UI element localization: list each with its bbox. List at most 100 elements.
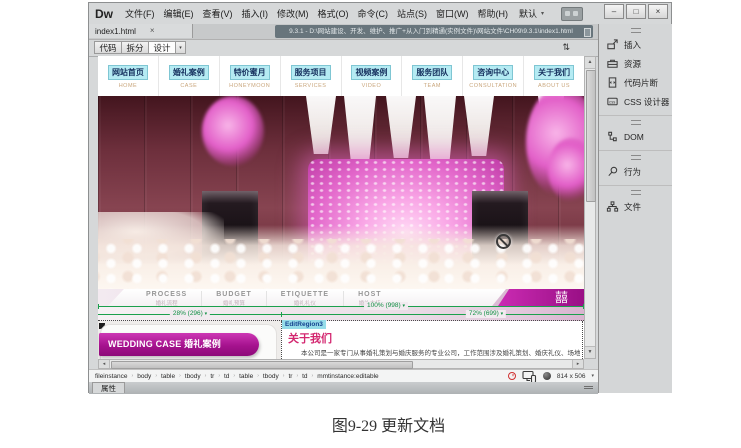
panel-item-assets[interactable]: 资源: [599, 54, 672, 73]
submenu-etiquette[interactable]: ETIQUETTE婚礼礼仪: [266, 291, 343, 307]
view-dropdown-icon[interactable]: ▾: [175, 41, 186, 54]
tag-selector-item[interactable]: tbody: [263, 373, 279, 380]
preview-globe-icon[interactable]: [543, 372, 551, 380]
nav-item-about[interactable]: 关于我们ABOUT US: [524, 56, 584, 96]
tag-selector-item[interactable]: body: [137, 373, 151, 380]
nav-item-case[interactable]: 婚礼案例CASE: [159, 56, 220, 96]
horizontal-scrollbar[interactable]: ◂ ▸: [98, 359, 584, 369]
split-view-button[interactable]: 拆分: [121, 41, 149, 54]
tag-selector-item[interactable]: tr: [210, 373, 214, 380]
tag-selector-item[interactable]: table: [239, 373, 253, 380]
about-heading[interactable]: 关于我们: [288, 330, 332, 346]
error-check-icon[interactable]: ×: [508, 372, 516, 380]
vertical-scroll-thumb[interactable]: [586, 70, 596, 202]
nav-item-video[interactable]: 视频案例VIDEO: [342, 56, 403, 96]
design-canvas[interactable]: 网站首页HOME 婚礼案例CASE 特价蜜月HONEYMOON 服务项目SERV…: [98, 56, 584, 359]
scroll-left-icon[interactable]: ◂: [99, 360, 110, 368]
tag-selector-item[interactable]: tbody: [185, 373, 201, 380]
device-preview-icon[interactable]: [522, 370, 537, 383]
nav-item-honeymoon[interactable]: 特价蜜月HONEYMOON: [220, 56, 281, 96]
app-logo: Dw: [95, 7, 113, 21]
column-width-bar-right: [281, 314, 584, 315]
menu-modify[interactable]: 修改(M): [277, 7, 309, 20]
panel-item-insert[interactable]: 插入: [599, 35, 672, 54]
panel-group-handle[interactable]: [631, 28, 641, 33]
titlebar-badge-icon[interactable]: [561, 7, 583, 21]
scroll-up-icon[interactable]: ▲: [585, 57, 595, 69]
snippets-icon: [606, 76, 619, 89]
window-size-dropdown-icon[interactable]: ▾: [591, 373, 594, 379]
content-row: WEDDING CASE 婚礼案例 EditRegion3 关于我们 本公司是一…: [98, 321, 584, 359]
document-tab-bar: index1.html × 9.3.1 - D:\网站建设、开发、维护、推广+从…: [89, 24, 671, 40]
column-width-label-right[interactable]: 72% (699) ▾: [466, 310, 506, 318]
editable-region[interactable]: EditRegion3 关于我们 本公司是一家专门从事婚礼策划与婚庆服务的专业公…: [281, 321, 583, 359]
menu-bar: Dw 文件(F) 编辑(E) 查看(V) 插入(I) 修改(M) 格式(O) 命…: [89, 3, 671, 25]
code-view-button[interactable]: 代码: [94, 41, 122, 54]
workspace-switcher[interactable]: 默认 ▾: [519, 7, 544, 20]
menu-view[interactable]: 查看(V): [203, 7, 233, 20]
wedding-banner-image[interactable]: [98, 96, 584, 289]
menu-insert[interactable]: 插入(I): [242, 7, 269, 20]
submenu-process[interactable]: PROCESS婚礼流程: [132, 291, 201, 307]
menu-format[interactable]: 格式(O): [318, 7, 349, 20]
tag-selector-item[interactable]: tr: [288, 373, 292, 380]
minimize-button[interactable]: –: [604, 4, 624, 19]
properties-tab[interactable]: 属性: [92, 382, 125, 393]
panel-item-behaviors[interactable]: 行为: [599, 162, 672, 181]
document-tab-label: index1.html: [95, 27, 136, 36]
document-path: 9.3.1 - D:\网站建设、开发、维护、推广+从入门到精通(实例文件)\网站…: [275, 25, 593, 38]
panel-group-handle[interactable]: [631, 120, 641, 125]
menu-help[interactable]: 帮助(H): [478, 7, 509, 20]
tag-selector-item[interactable]: fileinstance: [95, 373, 128, 380]
tag-selector-item[interactable]: td: [224, 373, 229, 380]
behaviors-icon: [606, 165, 619, 178]
column-width-label-left[interactable]: 28% (296) ▾: [170, 310, 210, 318]
left-cell[interactable]: WEDDING CASE 婚礼案例: [98, 321, 281, 359]
tag-selector-item[interactable]: table: [161, 373, 175, 380]
panel-menu-icon[interactable]: [584, 386, 593, 387]
horizontal-scroll-thumb[interactable]: [111, 361, 413, 369]
workspace-label: 默认: [519, 7, 537, 20]
nav-item-services[interactable]: 服务项目SERVICES: [281, 56, 342, 96]
nav-item-team[interactable]: 服务团队TEAM: [402, 56, 463, 96]
nav-item-home[interactable]: 网站首页HOME: [98, 56, 159, 96]
scroll-right-icon[interactable]: ▸: [572, 360, 583, 368]
panel-item-dom[interactable]: DOM: [599, 127, 672, 146]
tag-selector-item[interactable]: td: [302, 373, 307, 380]
maximize-button[interactable]: □: [626, 4, 646, 19]
panel-group-handle[interactable]: [631, 190, 641, 195]
tab-close-icon[interactable]: ×: [150, 27, 155, 35]
tag-selector-bar: fileinstance› body› table› tbody› tr› td…: [89, 369, 598, 382]
status-right-cluster: × 814 x 506 ▾: [508, 370, 594, 383]
design-view-button[interactable]: 设计: [148, 41, 176, 54]
dreamweaver-window: Dw 文件(F) 编辑(E) 查看(V) 插入(I) 修改(M) 格式(O) 命…: [88, 2, 672, 393]
menu-file[interactable]: 文件(F): [125, 7, 155, 20]
panel-group-handle[interactable]: [631, 155, 641, 160]
editable-region-label[interactable]: EditRegion3: [282, 320, 326, 329]
wedding-case-banner[interactable]: WEDDING CASE 婚礼案例: [99, 333, 259, 356]
page: Dw 文件(F) 编辑(E) 查看(V) 插入(I) 修改(M) 格式(O) 命…: [0, 0, 741, 448]
dom-icon: [606, 130, 619, 143]
vertical-scrollbar[interactable]: ▲ ▼: [584, 56, 596, 359]
close-button[interactable]: ×: [648, 4, 668, 19]
file-sync-icon[interactable]: ⇅: [562, 42, 570, 53]
submenu-budget[interactable]: BUDGET婚礼预算: [201, 291, 266, 307]
tag-selector-item[interactable]: mmtinstance:editable: [317, 373, 378, 380]
menu-commands[interactable]: 命令(C): [358, 7, 389, 20]
document-tab[interactable]: index1.html ×: [89, 24, 193, 38]
nav-item-consultation[interactable]: 咨询中心CONSULTATION: [463, 56, 524, 96]
panel-item-snippets[interactable]: 代码片断: [599, 73, 672, 92]
panel-item-css-designer[interactable]: css CSS 设计器: [599, 92, 672, 111]
scroll-down-icon[interactable]: ▼: [585, 346, 595, 358]
related-file-icon: [584, 28, 591, 37]
about-paragraph[interactable]: 本公司是一家专门从事婚礼策划与婚庆服务的专业公司，工作范围涉及婚礼策划、婚庆礼仪…: [288, 347, 580, 357]
menu-window[interactable]: 窗口(W): [436, 7, 469, 20]
no-drop-cursor-icon: [496, 234, 511, 249]
table-width-label[interactable]: 100% (998) ▾: [364, 302, 408, 310]
menu-site[interactable]: 站点(S): [397, 7, 427, 20]
panel-item-files[interactable]: 文件: [599, 197, 672, 216]
window-size-value[interactable]: 814 x 506: [557, 373, 586, 380]
insert-icon: [606, 38, 619, 51]
right-dock-panel: 插入 资源 代码片断 css CSS 设计器 DOM: [598, 24, 672, 393]
menu-edit[interactable]: 编辑(E): [164, 7, 194, 20]
